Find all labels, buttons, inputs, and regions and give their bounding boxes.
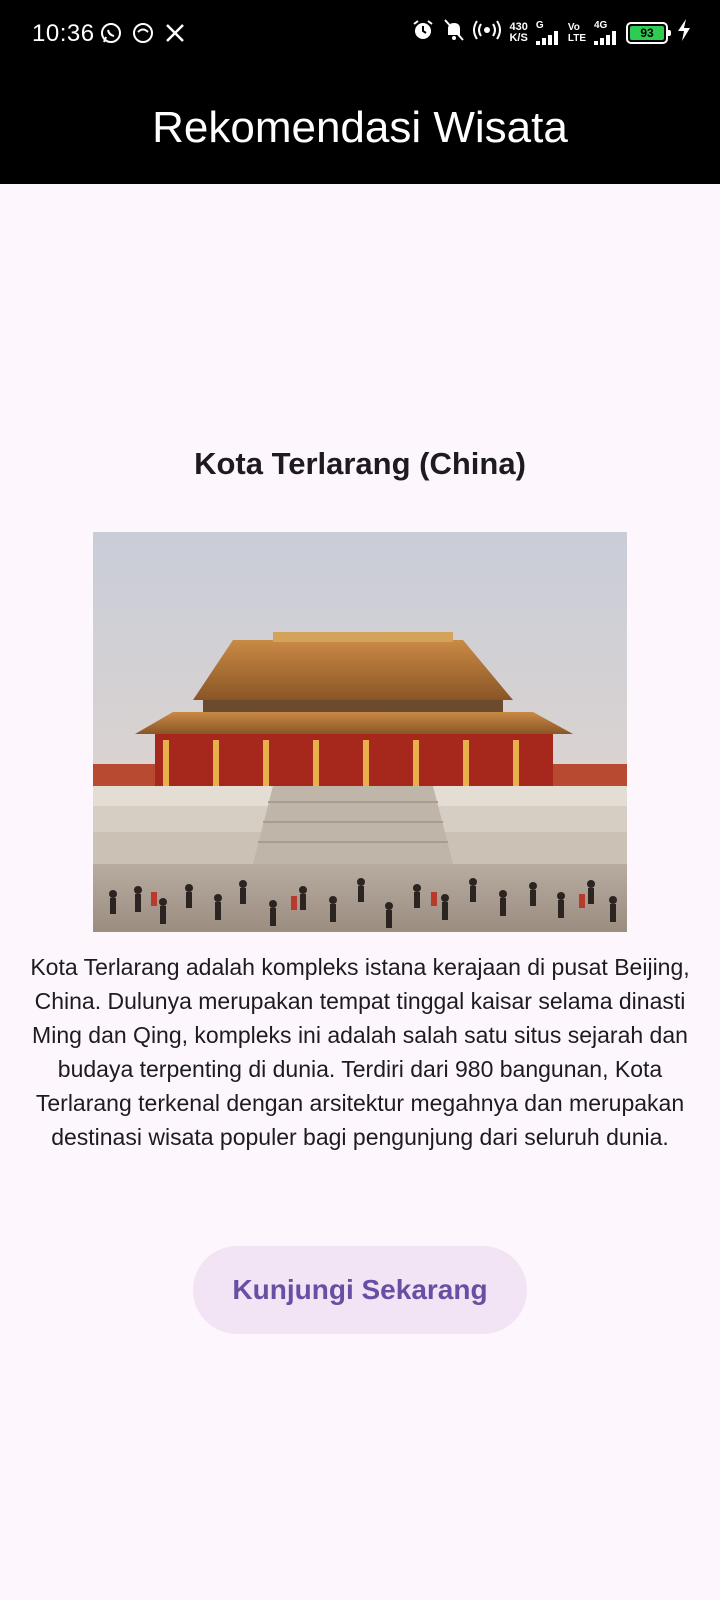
- signal-2-label: 4G: [594, 20, 608, 31]
- app-bar: Rekomendasi Wisata: [0, 72, 720, 184]
- notification-icons: [100, 22, 186, 49]
- battery-icon: 93: [626, 21, 671, 44]
- whatsapp-icon: [100, 22, 122, 49]
- volte: Vo LTE: [568, 22, 586, 44]
- signal-icon: [535, 31, 558, 45]
- hotspot-icon: [473, 19, 502, 46]
- destination-title: Kota Terlarang (China): [194, 446, 526, 481]
- bell-muted-icon: [443, 18, 465, 47]
- battery-level: 93: [630, 25, 664, 40]
- system-icons: 430 K/S G Vo LTE 4G 93: [411, 18, 692, 47]
- status-bar: 10:36 430 K/S G Vo LTE 4G 93: [0, 0, 720, 72]
- volte-bottom: LTE: [567, 32, 586, 44]
- signal-1: G: [535, 20, 560, 45]
- net-speed-value: 430: [509, 20, 528, 33]
- visit-now-button[interactable]: Kunjungi Sekarang: [193, 1246, 527, 1334]
- alarm-icon: [411, 18, 435, 47]
- destination-photo: [93, 532, 627, 932]
- volte-top: Vo: [567, 21, 580, 33]
- chat-bubble-icon: [132, 22, 154, 49]
- signal-1-label: G: [535, 20, 544, 31]
- app-title: Rekomendasi Wisata: [152, 103, 568, 152]
- status-time: 10:36: [32, 20, 95, 47]
- x-icon: [164, 22, 186, 49]
- charging-bolt-icon: [676, 19, 692, 46]
- net-speed-unit: K/S: [509, 31, 528, 44]
- destination-description: Kota Terlarang adalah kompleks istana ke…: [30, 954, 690, 1150]
- signal-icon: [594, 31, 616, 45]
- signal-2: 4G: [594, 20, 618, 45]
- net-speed: 430 K/S: [509, 20, 528, 44]
